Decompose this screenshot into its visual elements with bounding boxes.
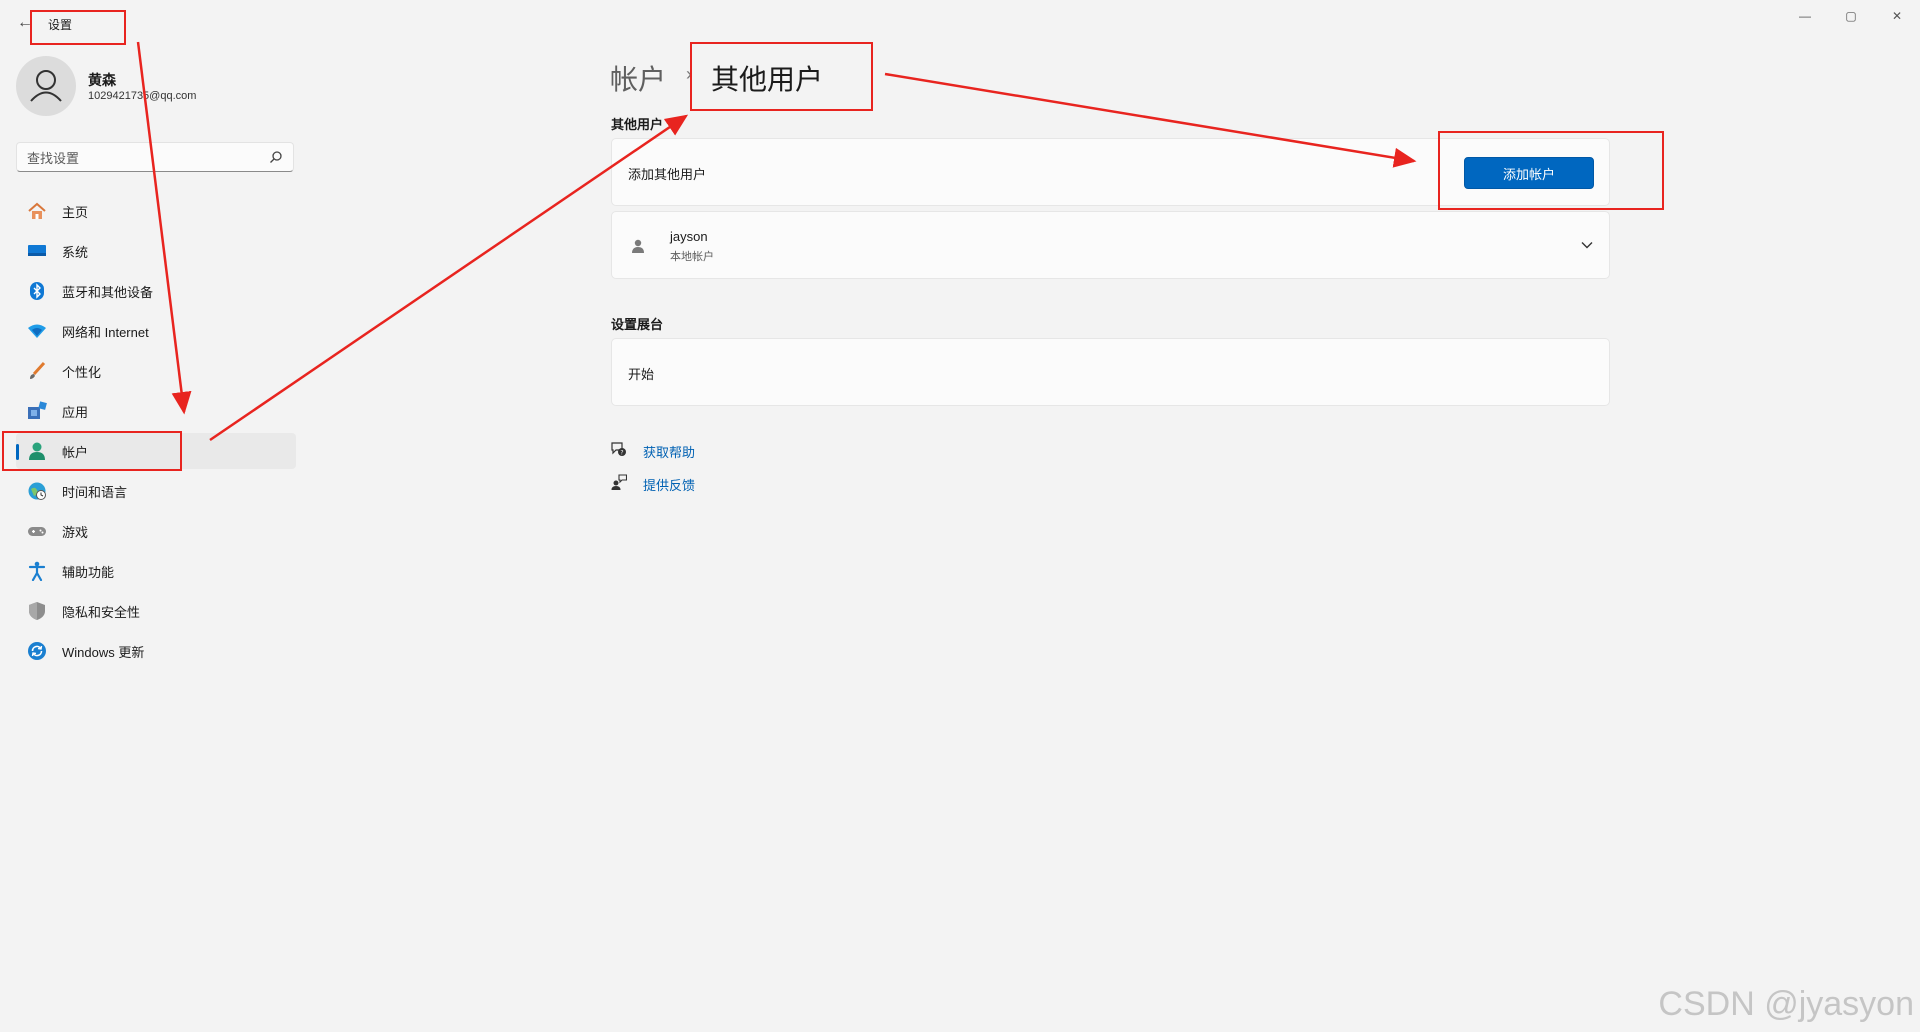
annotation-arrow xyxy=(884,72,1417,168)
annotation-arrow xyxy=(136,41,192,415)
annotation-arrows xyxy=(136,41,1417,442)
watermark: CSDN @jyasyon xyxy=(1658,985,1914,1023)
annotation-arrow xyxy=(209,114,689,442)
